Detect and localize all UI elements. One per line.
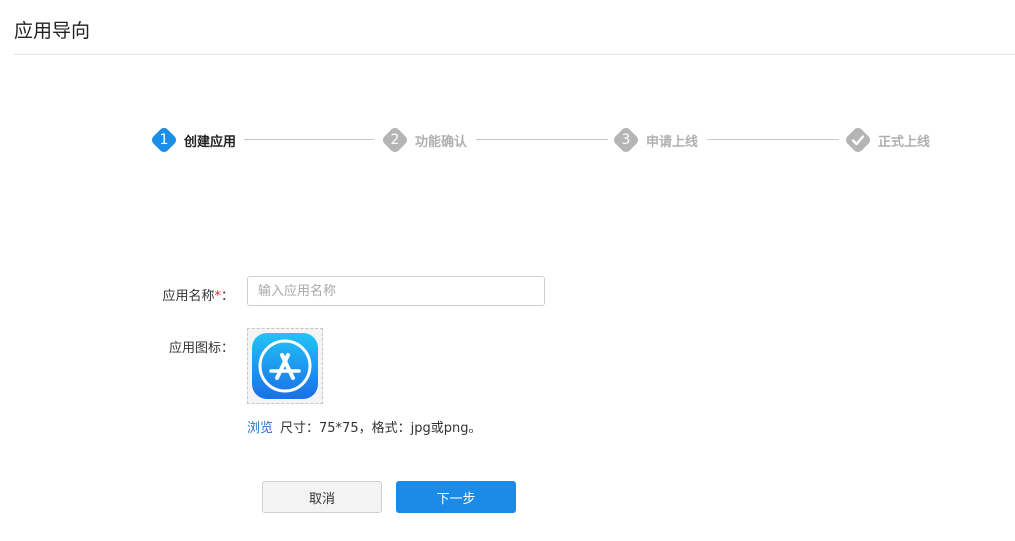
icon-hint-row: 浏览 尺寸：75*75，格式：jpg或png。 xyxy=(247,417,481,436)
step-label: 功能确认 xyxy=(415,134,468,150)
step-official-launch: 正式上线 xyxy=(843,125,931,155)
cancel-button[interactable]: 取消 xyxy=(262,481,382,513)
step-connector-1 xyxy=(244,139,374,140)
step-check-badge xyxy=(843,125,873,155)
step-connector-3 xyxy=(707,139,839,140)
step-number-badge: 3 xyxy=(611,125,641,155)
browse-link[interactable]: 浏览 xyxy=(247,421,273,436)
app-icon-upload-box[interactable] xyxy=(247,328,323,404)
app-wizard-page: 应用导向 1 创建应用 2 功能确认 3 申请上线 正式上线 应用名称*： 输入… xyxy=(0,0,1015,541)
step-confirm-features: 2 功能确认 xyxy=(380,125,468,155)
app-name-label: 应用名称*： xyxy=(162,289,234,304)
step-label: 申请上线 xyxy=(646,134,699,150)
step-label: 正式上线 xyxy=(878,134,931,150)
page-title: 应用导向 xyxy=(14,20,91,42)
checkmark-icon xyxy=(851,135,865,146)
step-number-badge: 1 xyxy=(149,125,179,155)
app-icon-label: 应用图标： xyxy=(168,341,234,356)
step-create-app: 1 创建应用 xyxy=(149,125,237,155)
app-name-input[interactable] xyxy=(247,276,545,306)
next-step-button[interactable]: 下一步 xyxy=(396,481,516,513)
step-number-badge: 2 xyxy=(380,125,410,155)
step-apply-launch: 3 申请上线 xyxy=(611,125,699,155)
step-label: 创建应用 xyxy=(184,134,237,150)
step-connector-2 xyxy=(476,139,608,140)
header-divider xyxy=(14,54,1015,55)
icon-size-hint: 尺寸：75*75，格式：jpg或png。 xyxy=(280,421,482,436)
app-store-icon xyxy=(252,333,318,399)
